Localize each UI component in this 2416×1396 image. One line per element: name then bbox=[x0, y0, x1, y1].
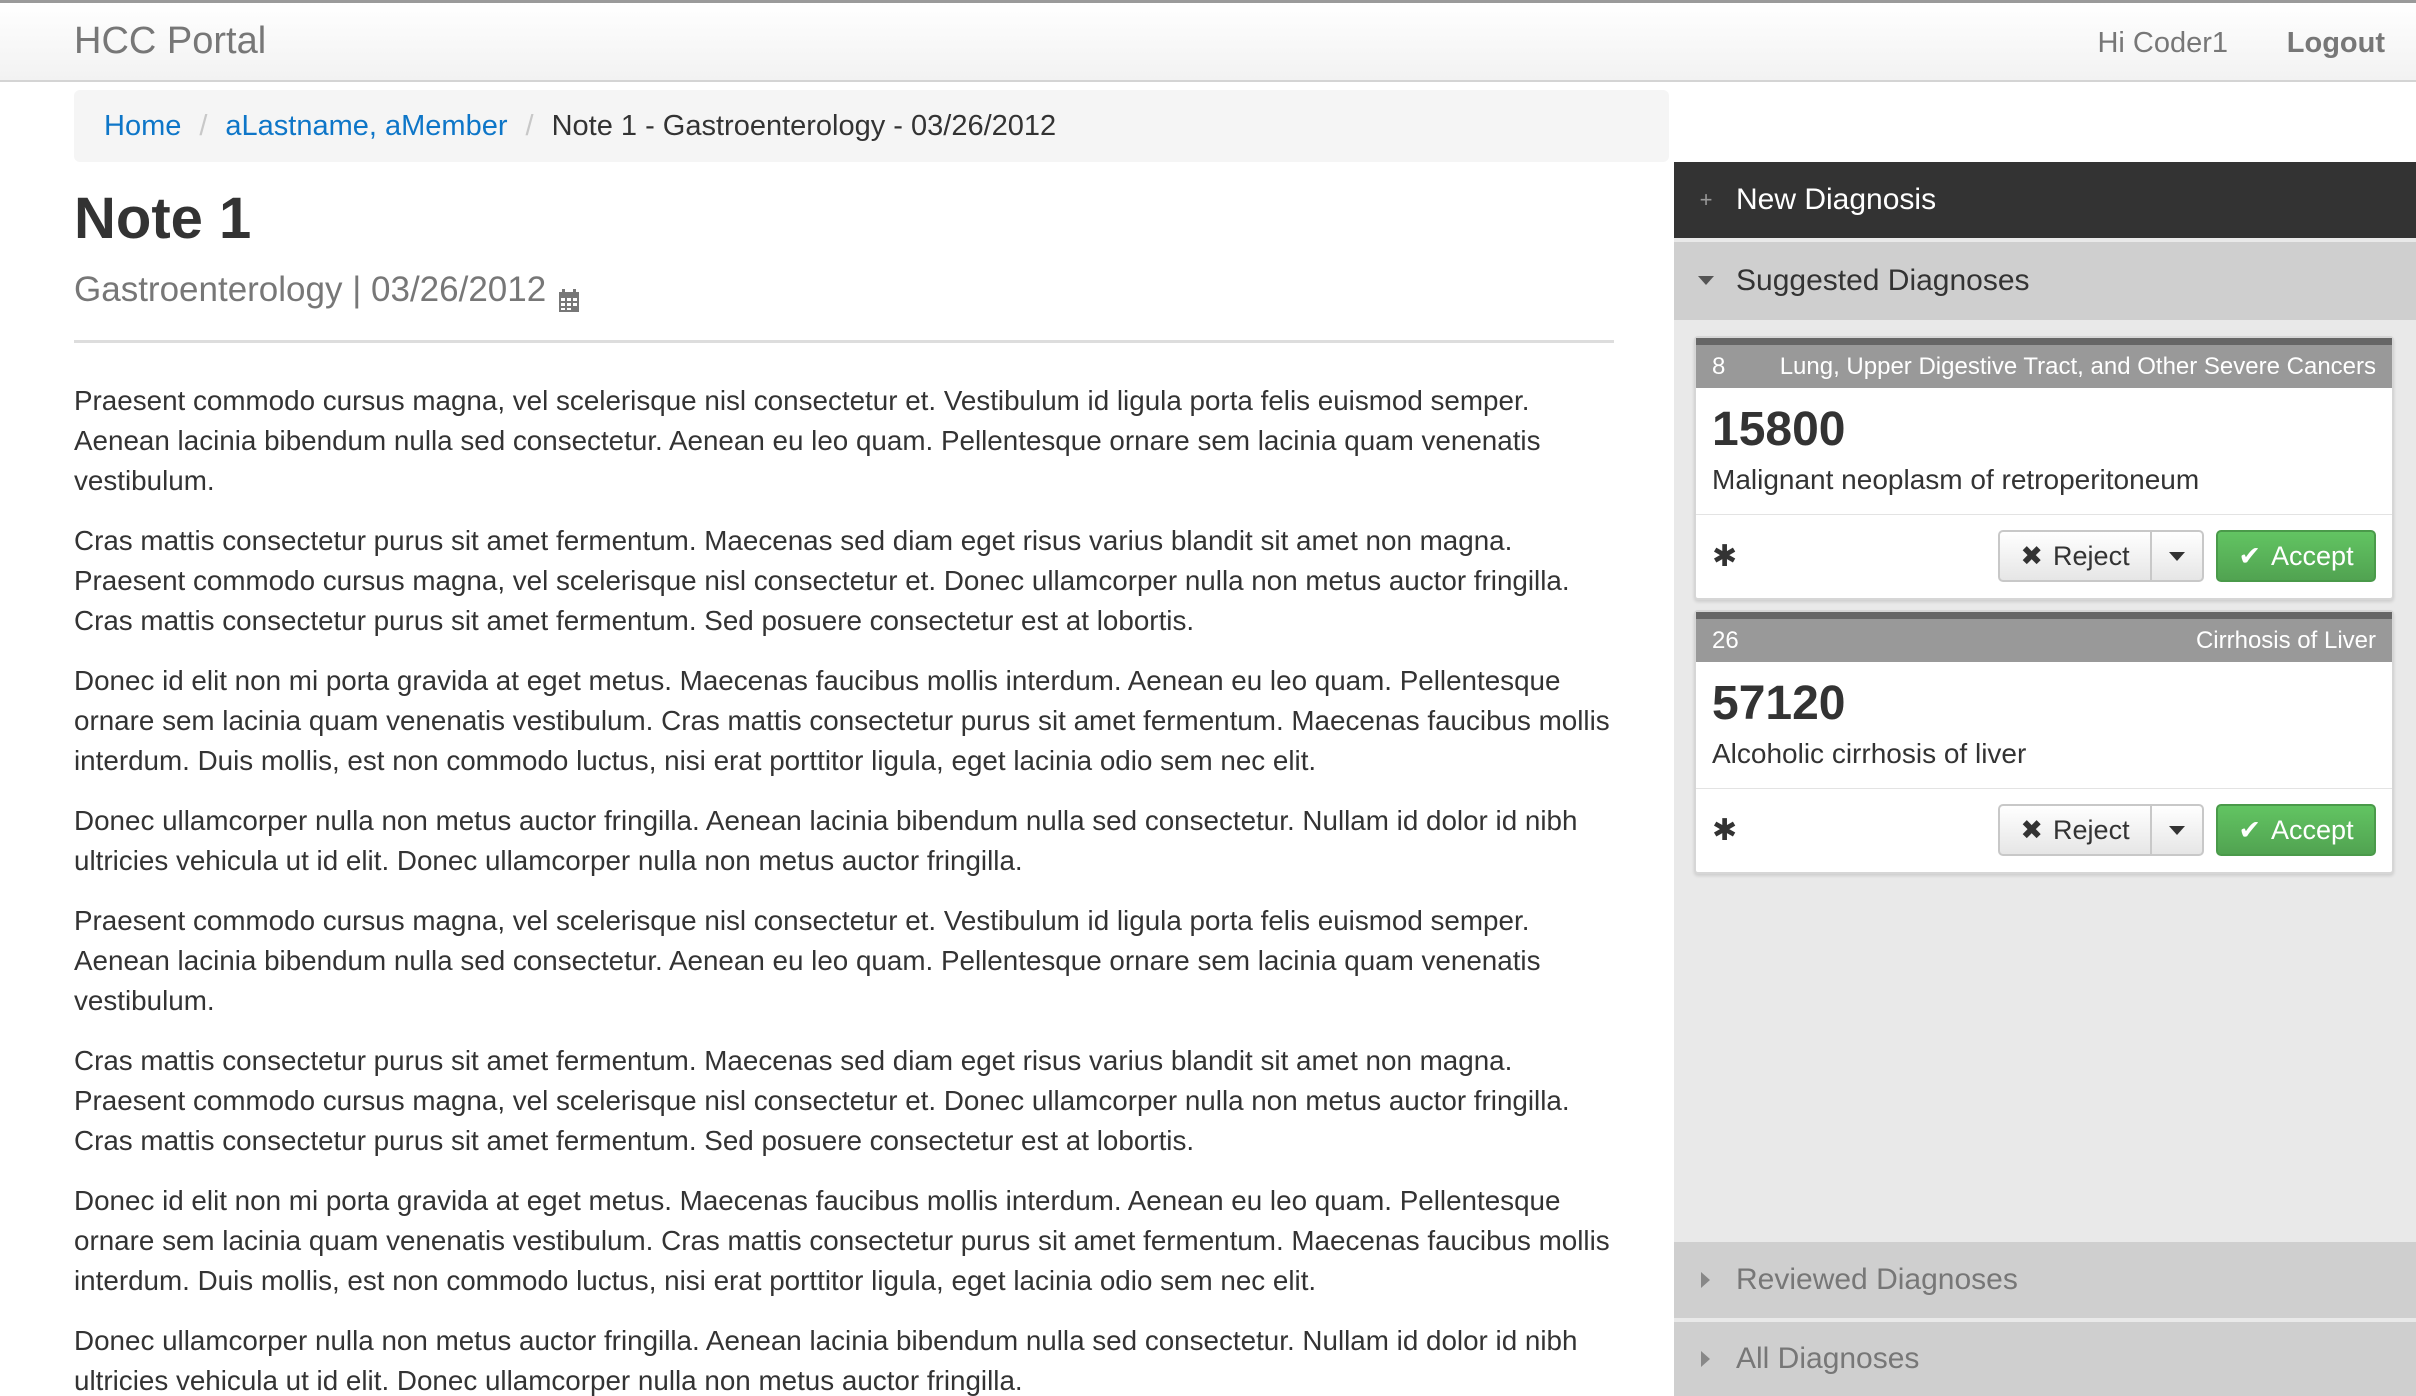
logout-link[interactable]: Logout bbox=[2287, 27, 2385, 60]
new-diagnosis-label: New Diagnosis bbox=[1736, 183, 1937, 216]
asterisk-icon: ✱ bbox=[1712, 814, 1738, 847]
caret-right-icon bbox=[1696, 1272, 1716, 1288]
note-subtitle: Gastroenterology | 03/26/2012 bbox=[74, 266, 1614, 314]
breadcrumb: Home / aLastname, aMember / Note 1 - Gas… bbox=[74, 90, 1669, 162]
plus-icon: + bbox=[1699, 187, 1713, 212]
note-subtitle-text: Gastroenterology | 03/26/2012 bbox=[74, 270, 547, 309]
all-diagnoses-header[interactable]: All Diagnoses bbox=[1674, 1322, 2416, 1396]
diagnosis-card-header: 8 Lung, Upper Digestive Tract, and Other… bbox=[1696, 338, 2392, 388]
reject-label: Reject bbox=[2053, 814, 2130, 845]
diagnosis-code: 15800 bbox=[1712, 403, 1846, 456]
note-content: Note 1 Gastroenterology | 03/26/2012 Pra… bbox=[74, 180, 1614, 1396]
hcc-number: 26 bbox=[1712, 626, 1739, 654]
reject-button[interactable]: ✖ Reject bbox=[1998, 530, 2152, 582]
diagnosis-card-footer: ✱ ✖ Reject ✔ Accept bbox=[1696, 788, 2392, 872]
hcc-number: 8 bbox=[1712, 352, 1726, 380]
note-paragraph: Praesent commodo cursus magna, vel scele… bbox=[74, 385, 1541, 496]
hcc-category: Cirrhosis of Liver bbox=[2195, 626, 2376, 654]
breadcrumb-home-link[interactable]: Home bbox=[104, 110, 181, 143]
calendar-icon bbox=[558, 278, 580, 312]
diagnosis-description: Alcoholic cirrhosis of liver bbox=[1712, 738, 2027, 769]
breadcrumb-current: Note 1 - Gastroenterology - 03/26/2012 bbox=[551, 109, 1057, 142]
diagnosis-actions: ✖ Reject ✔ Accept bbox=[1998, 804, 2376, 856]
caret-right-icon bbox=[1696, 1351, 1716, 1367]
checkmark-icon: ✔ bbox=[2238, 540, 2262, 571]
reject-button[interactable]: ✖ Reject bbox=[1998, 804, 2152, 856]
diagnosis-description: Malignant neoplasm of retroperitoneum bbox=[1712, 464, 2200, 495]
reject-dropdown-toggle[interactable] bbox=[2152, 530, 2204, 582]
note-divider bbox=[74, 340, 1614, 343]
note-paragraph: Donec id elit non mi porta gravida at eg… bbox=[74, 1185, 1610, 1296]
all-diagnoses-label: All Diagnoses bbox=[1736, 1342, 1920, 1375]
accept-label: Accept bbox=[2271, 540, 2354, 571]
accept-button[interactable]: ✔ Accept bbox=[2216, 530, 2376, 582]
note-paragraph: Donec ullamcorper nulla non metus auctor… bbox=[74, 805, 1578, 876]
suggested-diagnoses-label: Suggested Diagnoses bbox=[1736, 264, 2030, 297]
note-paragraph: Praesent commodo cursus magna, vel scele… bbox=[74, 905, 1541, 1016]
note-paragraph: Cras mattis consectetur purus sit amet f… bbox=[74, 1045, 1570, 1156]
caret-down-icon bbox=[2169, 551, 2185, 561]
reviewed-diagnoses-header[interactable]: Reviewed Diagnoses bbox=[1674, 1242, 2416, 1318]
diagnosis-card-header: 26 Cirrhosis of Liver bbox=[1696, 612, 2392, 662]
checkmark-icon: ✔ bbox=[2238, 814, 2262, 845]
accept-button[interactable]: ✔ Accept bbox=[2216, 804, 2376, 856]
breadcrumb-separator: / bbox=[199, 109, 208, 142]
note-body: Praesent commodo cursus magna, vel scele… bbox=[74, 381, 1614, 1396]
caret-down-icon bbox=[1696, 276, 1716, 286]
reviewed-diagnoses-label: Reviewed Diagnoses bbox=[1736, 1263, 2018, 1296]
diagnosis-card: 8 Lung, Upper Digestive Tract, and Other… bbox=[1694, 336, 2394, 600]
reject-label: Reject bbox=[2053, 540, 2130, 571]
asterisk-icon: ✱ bbox=[1712, 540, 1738, 573]
diagnosis-card: 26 Cirrhosis of Liver 57120 Alcoholic ci… bbox=[1694, 610, 2394, 874]
brand-logo[interactable]: HCC Portal bbox=[74, 20, 266, 63]
new-diagnosis-header[interactable]: + New Diagnosis bbox=[1674, 162, 2416, 238]
top-navbar: HCC Portal Hi Coder1 Logout bbox=[0, 0, 2416, 82]
x-icon: ✖ bbox=[2020, 814, 2044, 845]
diagnosis-code: 57120 bbox=[1712, 677, 1846, 730]
note-paragraph: Cras mattis consectetur purus sit amet f… bbox=[74, 525, 1570, 636]
page-title: Note 1 bbox=[74, 186, 252, 251]
user-greeting: Hi Coder1 bbox=[2097, 27, 2228, 59]
suggested-diagnoses-header[interactable]: Suggested Diagnoses bbox=[1674, 242, 2416, 320]
diagnosis-card-footer: ✱ ✖ Reject ✔ Accept bbox=[1696, 514, 2392, 598]
diagnosis-actions: ✖ Reject ✔ Accept bbox=[1998, 530, 2376, 582]
hcc-category: Lung, Upper Digestive Tract, and Other S… bbox=[1779, 352, 2376, 380]
caret-down-icon bbox=[2169, 825, 2185, 835]
reject-dropdown-toggle[interactable] bbox=[2152, 804, 2204, 856]
breadcrumb-separator: / bbox=[525, 109, 534, 142]
x-icon: ✖ bbox=[2020, 540, 2044, 571]
note-paragraph: Donec id elit non mi porta gravida at eg… bbox=[74, 665, 1610, 776]
diagnoses-panel: + New Diagnosis Suggested Diagnoses 8 Lu… bbox=[1674, 162, 2416, 1396]
note-paragraph: Donec ullamcorper nulla non metus auctor… bbox=[74, 1325, 1578, 1396]
breadcrumb-member-link[interactable]: aLastname, aMember bbox=[225, 110, 507, 143]
accept-label: Accept bbox=[2271, 814, 2354, 845]
